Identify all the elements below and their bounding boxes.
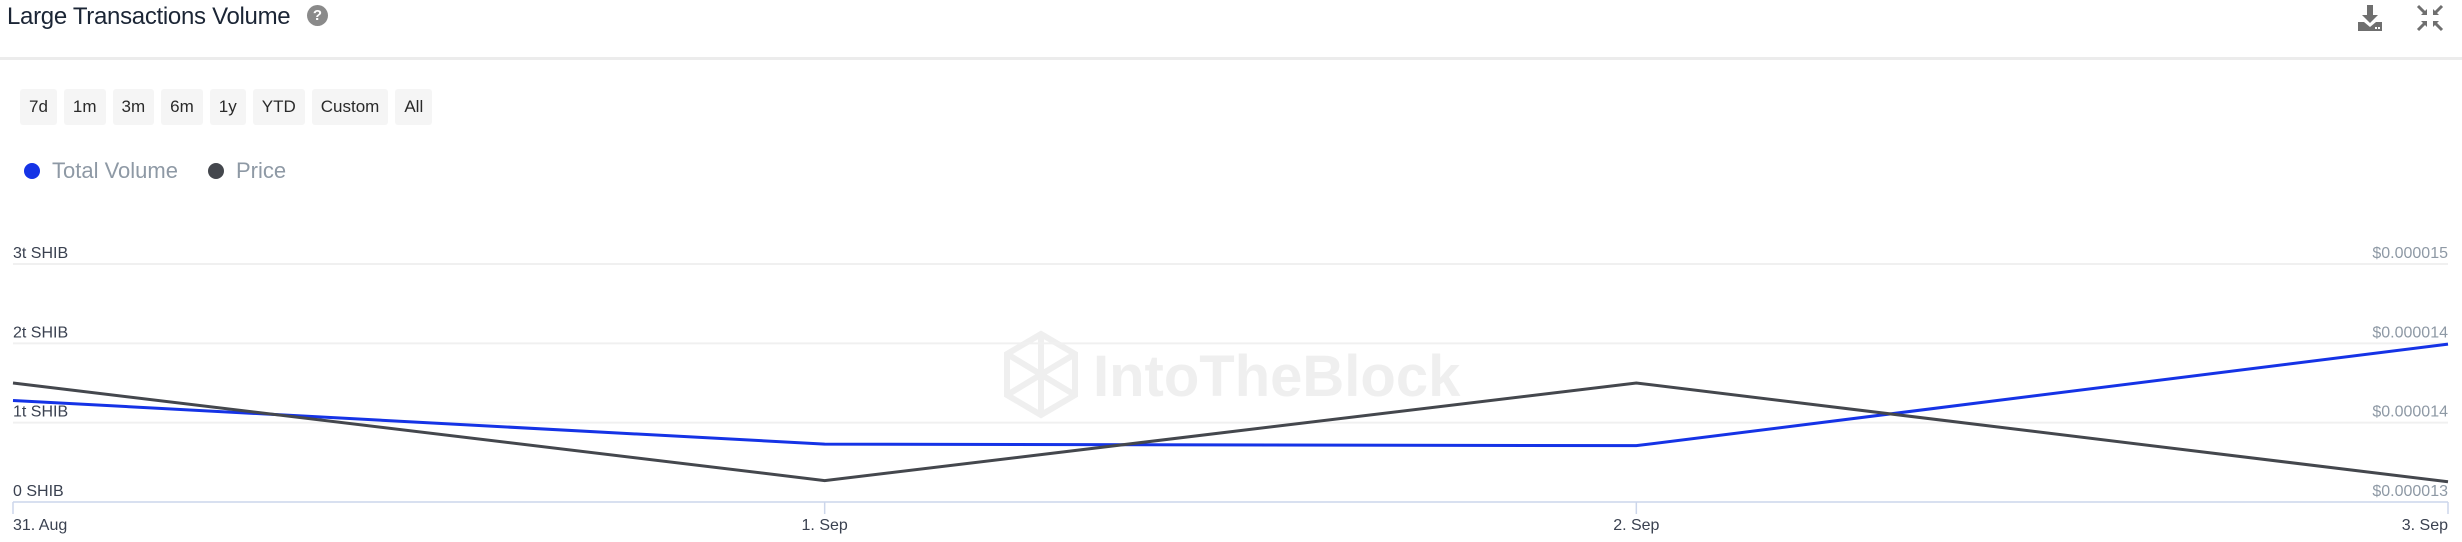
watermark-text: IntoTheBlock <box>1093 344 1461 409</box>
y-left-tick-label: 2t SHIB <box>13 324 68 341</box>
x-tick-label: 3. Sep <box>2402 517 2448 534</box>
y-right-tick-label: $0.000013 <box>2372 483 2448 500</box>
y-left-tick-label: 0 SHIB <box>13 483 64 500</box>
y-right-tick-label: $0.000014 <box>2372 403 2448 420</box>
x-tick-label: 2. Sep <box>1613 517 1659 534</box>
line-chart: IntoTheBlock 0 SHIB 1t SHIB 2t SHIB 3t SHIB… <box>12 245 2449 534</box>
x-tick-label: 31. Aug <box>13 517 67 534</box>
y-left-tick-label: 3t SHIB <box>13 245 68 262</box>
y-left-tick-label: 1t SHIB <box>13 404 68 421</box>
y-right-tick-label: $0.000015 <box>2372 245 2448 262</box>
watermark-logo-icon <box>1004 330 1078 419</box>
x-tick-label: 1. Sep <box>802 517 848 534</box>
watermark: IntoTheBlock <box>1004 330 1461 419</box>
y-right-tick-label: $0.000014 <box>2372 325 2448 342</box>
